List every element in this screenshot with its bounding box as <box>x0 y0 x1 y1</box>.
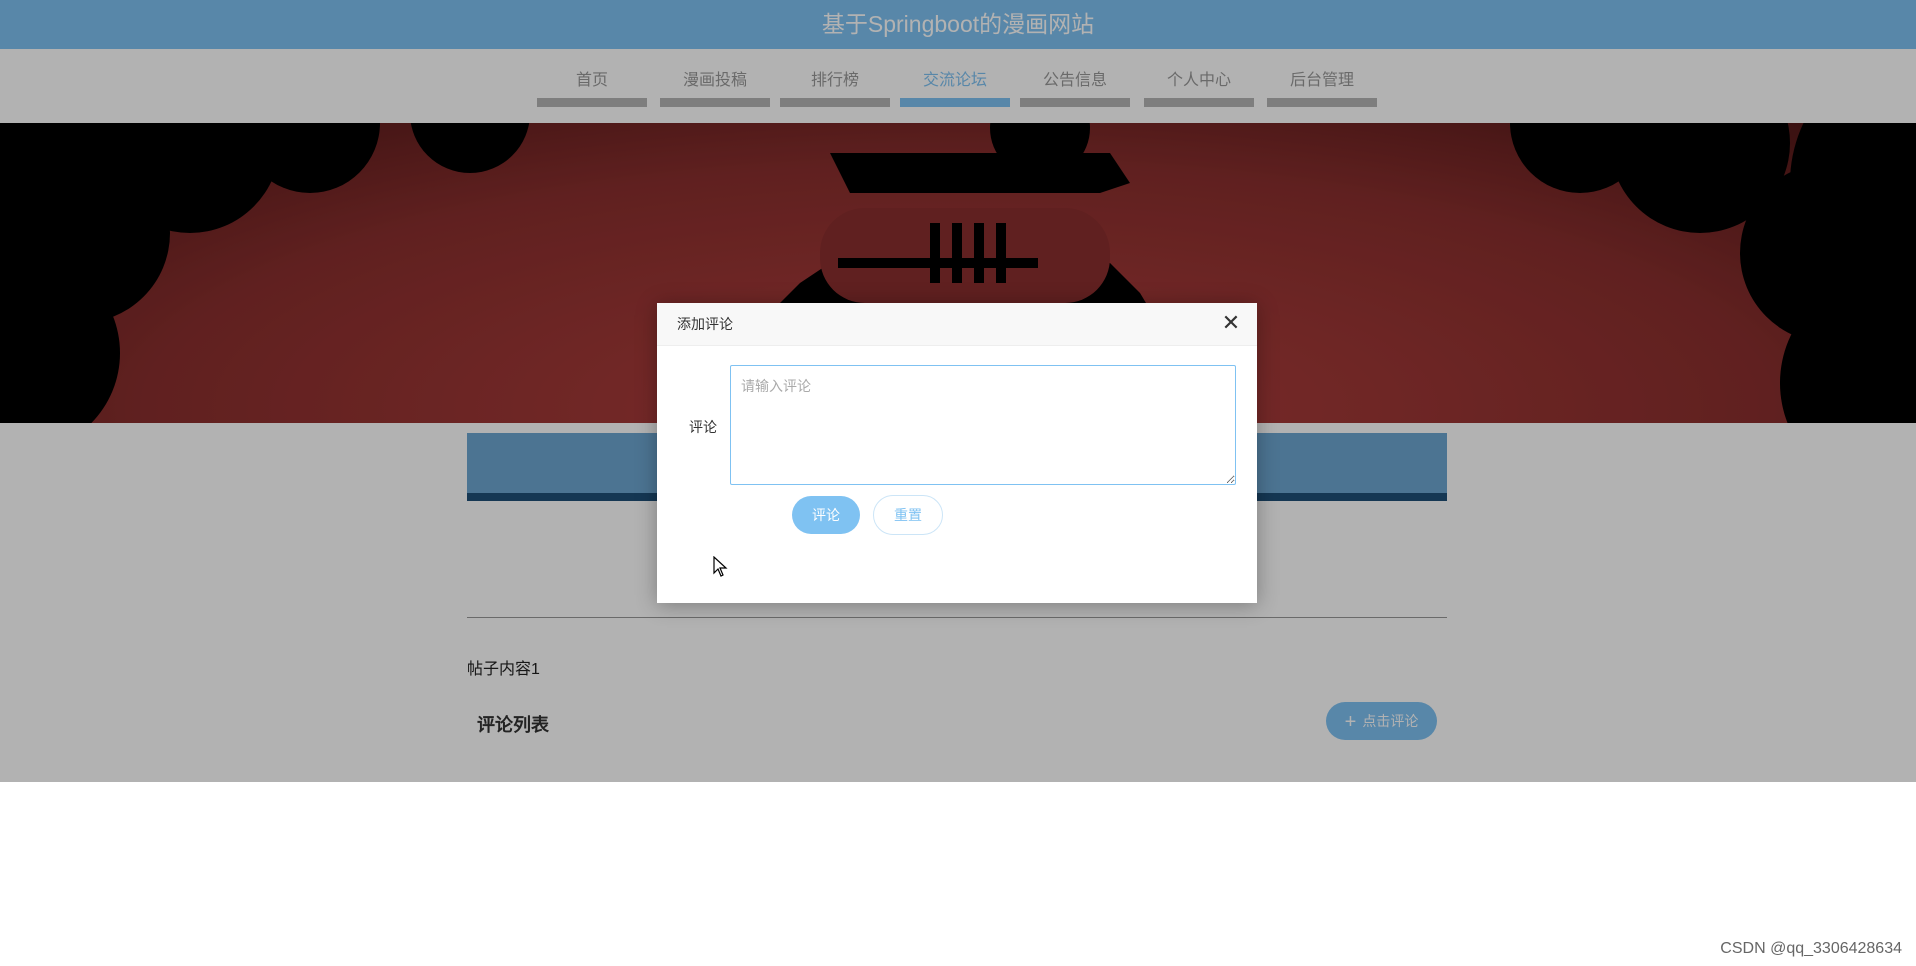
mouse-cursor-icon <box>713 556 728 577</box>
dialog-header: 添加评论 ✕ <box>657 303 1257 346</box>
reset-button[interactable]: 重置 <box>873 495 943 535</box>
comment-field-label: 评论 <box>689 419 717 435</box>
close-icon[interactable]: ✕ <box>1219 311 1243 335</box>
add-comment-dialog: 添加评论 ✕ 评论 评论 重置 <box>657 303 1257 603</box>
comment-textarea[interactable] <box>730 365 1236 485</box>
watermark: CSDN @qq_3306428634 <box>1720 940 1902 957</box>
dialog-title: 添加评论 <box>677 316 733 332</box>
submit-comment-button[interactable]: 评论 <box>792 496 860 534</box>
